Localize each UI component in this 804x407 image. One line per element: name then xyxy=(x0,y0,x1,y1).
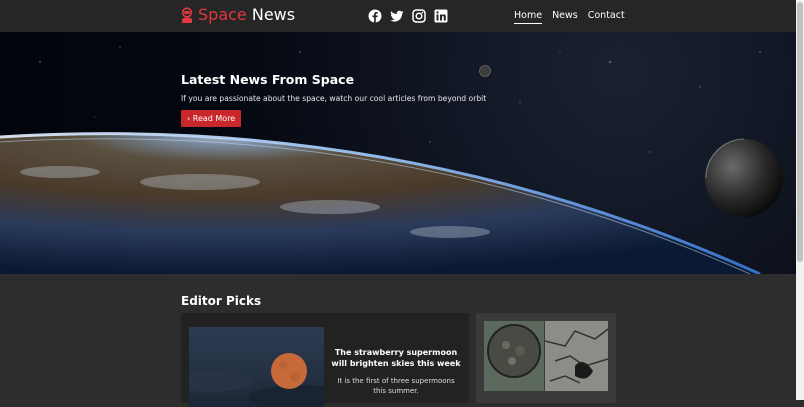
sample-dish-image xyxy=(484,321,544,391)
hero-title: Latest News From Space xyxy=(181,72,355,87)
supermoon-image xyxy=(189,327,324,407)
nav-contact[interactable]: Contact xyxy=(588,10,625,24)
article-card[interactable]: The strawberry supermoon will brighten s… xyxy=(181,313,469,407)
navbar: Space News Home News Contact xyxy=(0,0,796,32)
astronaut-icon xyxy=(181,7,193,23)
facebook-icon[interactable] xyxy=(368,8,382,23)
read-more-button[interactable]: › Read More xyxy=(181,110,242,127)
instagram-icon[interactable] xyxy=(412,8,426,23)
nav-news[interactable]: News xyxy=(552,10,578,24)
chevron-right-icon: › xyxy=(187,114,191,123)
hero-content: Latest News From Space If you are passio… xyxy=(181,72,486,103)
article-title[interactable]: The strawberry supermoon will brighten s… xyxy=(331,347,461,369)
scrollbar[interactable] xyxy=(796,0,804,400)
brand-name-space: Space xyxy=(198,5,247,24)
nav-links: Home News Contact xyxy=(514,10,625,24)
scrollbar-thumb[interactable] xyxy=(797,2,803,262)
cracked-surface-image xyxy=(545,321,608,391)
hero-banner xyxy=(0,32,796,274)
nav-home[interactable]: Home xyxy=(514,10,543,24)
hero-subtitle: If you are passionate about the space, w… xyxy=(181,94,487,103)
social-links xyxy=(368,8,448,23)
article-card-secondary[interactable] xyxy=(476,313,616,403)
linkedin-icon[interactable] xyxy=(434,8,448,23)
article-description: It is the first of three supermoons this… xyxy=(337,377,455,395)
brand-name-news: News xyxy=(246,5,296,24)
twitter-icon[interactable] xyxy=(390,8,404,22)
hero-space-image xyxy=(0,46,783,274)
read-more-label: Read More xyxy=(192,114,236,123)
section-title-editor-picks: Editor Picks xyxy=(181,294,262,308)
brand-logo[interactable]: Space News xyxy=(180,5,295,25)
